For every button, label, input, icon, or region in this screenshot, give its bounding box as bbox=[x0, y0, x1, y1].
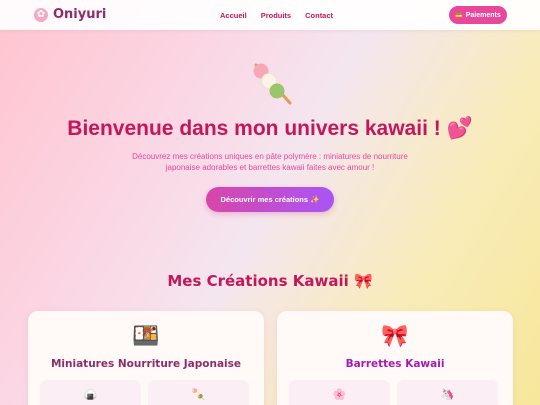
hero-subtitle: Découvrez mes créations uniques en pâte … bbox=[132, 152, 408, 172]
bow-icon: 🎀 bbox=[381, 323, 409, 348]
top-navbar: ✿ Oniyuri Accueil Produits Contact 💳 Pai… bbox=[0, 0, 540, 30]
card-title: Miniatures Nourriture Japonaise bbox=[50, 358, 242, 370]
payments-label: Paiements bbox=[465, 11, 501, 19]
nav-links: Accueil Produits Contact bbox=[220, 11, 347, 20]
card-title: Barrettes Kawaii bbox=[345, 358, 445, 370]
card-hair-clips[interactable]: 🎀 Barrettes Kawaii 🌸 🦄 bbox=[277, 311, 513, 405]
brand-name: Oniyuri bbox=[53, 7, 107, 22]
product-thumb[interactable]: 🍙 bbox=[40, 380, 141, 405]
nav-link-contact[interactable]: Contact bbox=[305, 11, 333, 20]
bento-icon: 🍱 bbox=[132, 323, 160, 348]
flower-icon: ✿ bbox=[34, 7, 48, 22]
nav-link-produits[interactable]: Produits bbox=[261, 11, 291, 20]
hero-title: Bienvenue dans mon univers kawaii ! 💕 bbox=[67, 117, 473, 140]
brand-logo[interactable]: ✿ Oniyuri bbox=[34, 7, 106, 22]
unicorn-icon: 🦄 bbox=[440, 389, 455, 401]
sakura-icon: 🌸 bbox=[332, 389, 347, 401]
dango-small-icon: 🍡 bbox=[191, 389, 206, 401]
product-thumb[interactable]: 🌸 bbox=[289, 380, 390, 405]
product-thumb[interactable]: 🦄 bbox=[397, 380, 498, 405]
payments-button[interactable]: 💳 Paiements bbox=[449, 6, 507, 24]
card-food-miniatures[interactable]: 🍱 Miniatures Nourriture Japonaise 🍙 🍡 bbox=[28, 311, 264, 405]
discover-button[interactable]: Découvrir mes créations ✨ bbox=[206, 187, 334, 212]
product-thumb[interactable]: 🍡 bbox=[148, 380, 249, 405]
section-title: Mes Créations Kawaii 🎀 bbox=[167, 272, 373, 290]
nav-link-accueil[interactable]: Accueil bbox=[220, 11, 247, 20]
dango-icon bbox=[253, 63, 292, 105]
card-icon: 💳 bbox=[455, 12, 463, 19]
onigiri-icon: 🍙 bbox=[83, 389, 98, 401]
